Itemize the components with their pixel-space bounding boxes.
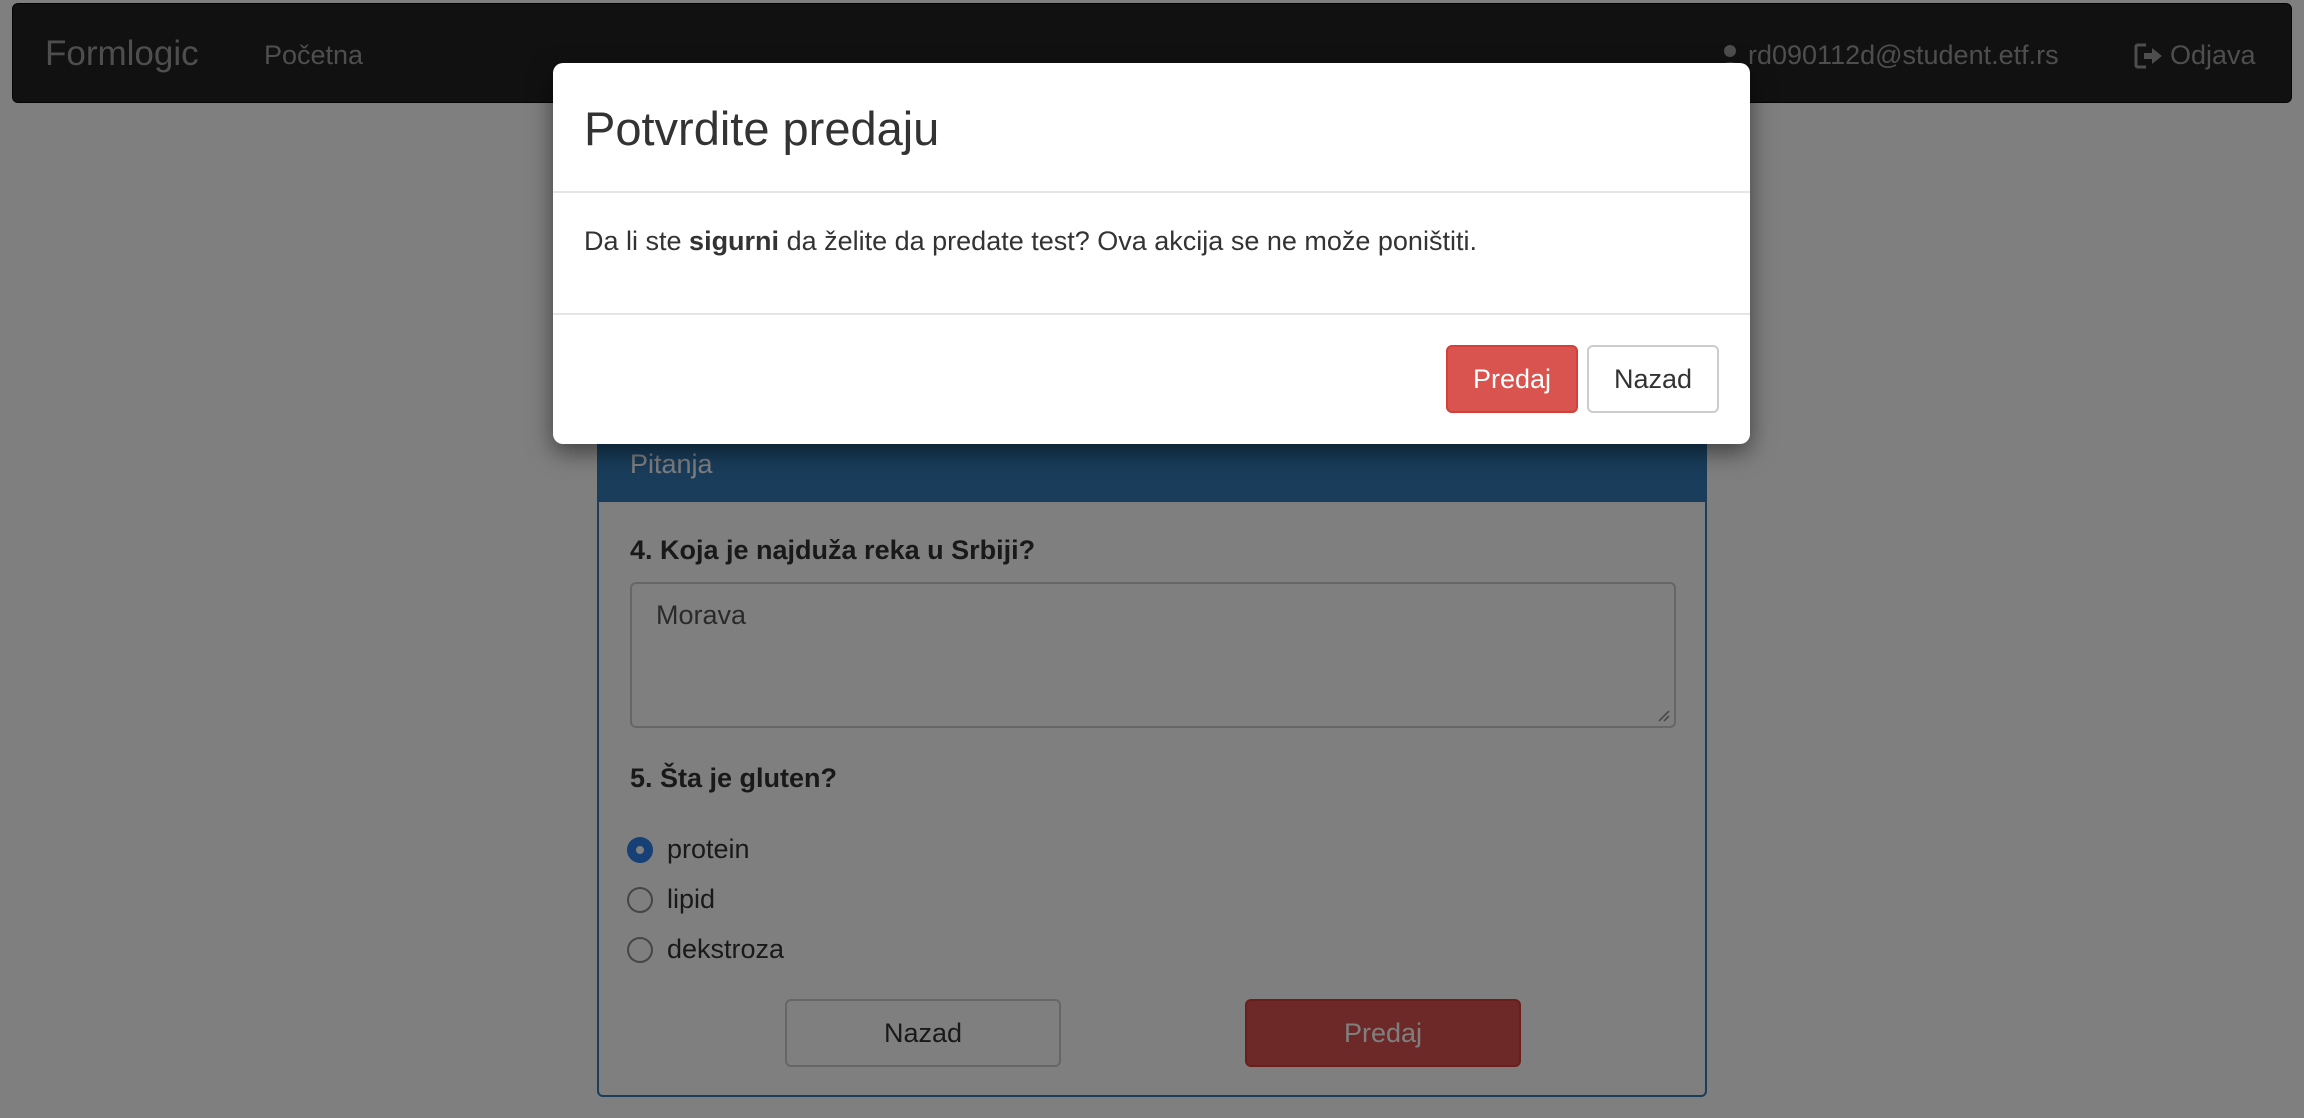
modal-message: Da li ste sigurni da želite da predate t… — [584, 226, 1477, 257]
message-emphasis: sigurni — [689, 226, 780, 256]
message-part: Da li ste — [584, 226, 690, 256]
confirm-modal: Potvrdite predaju Da li ste sigurni da ž… — [553, 63, 1750, 444]
modal-header: Potvrdite predaju — [553, 63, 1750, 193]
modal-confirm-button[interactable]: Predaj — [1446, 345, 1578, 413]
modal-cancel-button[interactable]: Nazad — [1587, 345, 1719, 413]
modal-body: Da li ste sigurni da želite da predate t… — [553, 193, 1750, 315]
message-part: da želite da predate test? Ova akcija se… — [779, 226, 1477, 256]
modal-title: Potvrdite predaju — [584, 102, 940, 155]
modal-footer: Predaj Nazad — [553, 315, 1750, 444]
